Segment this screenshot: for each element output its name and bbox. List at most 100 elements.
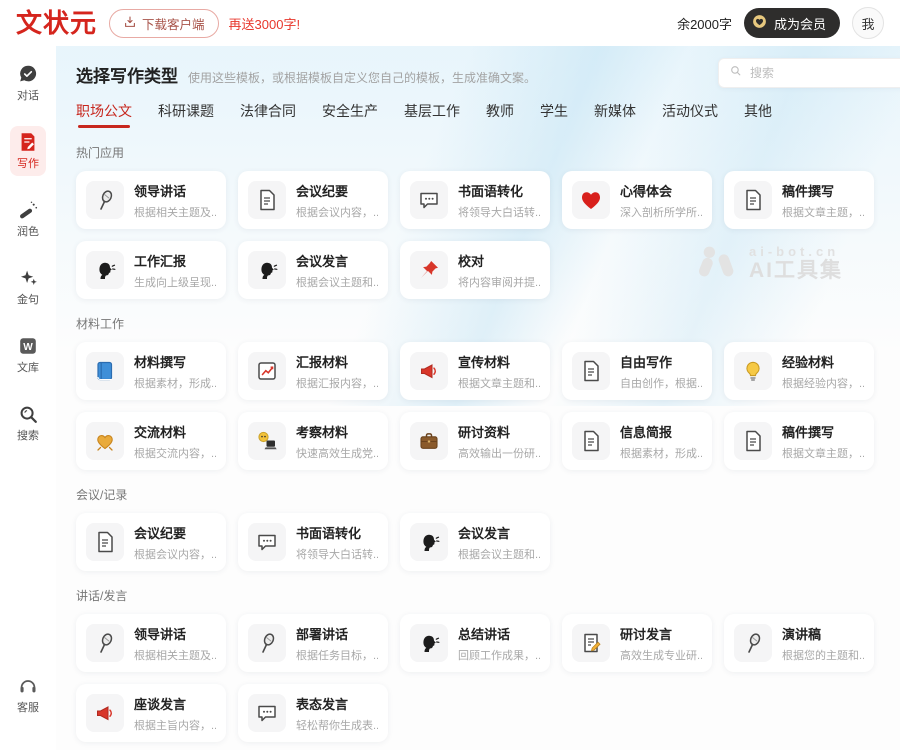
head-icon bbox=[86, 251, 124, 289]
card-title: 信息简报 bbox=[620, 422, 702, 441]
template-card[interactable]: 校对将内容审阅并提... bbox=[400, 241, 550, 299]
card-title: 心得体会 bbox=[620, 181, 702, 200]
template-card[interactable]: 表态发言轻松帮你生成表... bbox=[238, 684, 388, 742]
card-title: 交流材料 bbox=[134, 422, 216, 441]
card-title: 会议纪要 bbox=[296, 181, 378, 200]
template-card[interactable]: 研讨发言高效生成专业研... bbox=[562, 614, 712, 672]
template-card[interactable]: 会议发言根据会议主题和... bbox=[238, 241, 388, 299]
template-card[interactable]: 会议纪要根据会议内容，... bbox=[238, 171, 388, 229]
tab-3[interactable]: 法律合同 bbox=[240, 101, 296, 128]
template-card[interactable]: 工作汇报生成向上级呈现... bbox=[76, 241, 226, 299]
mic-icon bbox=[86, 181, 124, 219]
card-title: 工作汇报 bbox=[134, 251, 216, 270]
sidebar-item-library[interactable]: W文库 bbox=[10, 330, 46, 380]
card-title: 稿件撰写 bbox=[782, 422, 864, 441]
doc-icon bbox=[248, 181, 286, 219]
memo-icon bbox=[572, 624, 610, 662]
book-icon bbox=[86, 352, 124, 390]
card-body: 交流材料根据交流内容，... bbox=[134, 422, 216, 461]
card-body: 稿件撰写根据文章主题，... bbox=[782, 181, 864, 220]
template-card[interactable]: 总结讲话回顾工作成果，... bbox=[400, 614, 550, 672]
user-avatar[interactable]: 我 bbox=[852, 7, 884, 39]
sidebar-item-support[interactable]: 客服 bbox=[10, 670, 46, 720]
tab-1[interactable]: 职场公文 bbox=[76, 101, 132, 128]
template-card[interactable]: 交流材料根据交流内容，... bbox=[76, 412, 226, 470]
template-card[interactable]: 心得体会深入剖析所学所... bbox=[562, 171, 712, 229]
download-label: 下载客户端 bbox=[142, 14, 205, 33]
card-title: 领导讲话 bbox=[134, 624, 216, 643]
tab-10[interactable]: 其他 bbox=[744, 101, 772, 128]
card-desc: 高效生成专业研... bbox=[620, 647, 702, 663]
tab-5[interactable]: 基层工作 bbox=[404, 101, 460, 128]
bubble-icon bbox=[410, 181, 448, 219]
search-input[interactable] bbox=[748, 65, 900, 81]
card-title: 稿件撰写 bbox=[782, 181, 864, 200]
template-card[interactable]: 稿件撰写根据文章主题，... bbox=[724, 412, 874, 470]
template-card[interactable]: 座谈发言根据主旨内容，... bbox=[76, 684, 226, 742]
template-card[interactable]: 考察材料快速高效生成党... bbox=[238, 412, 388, 470]
tab-7[interactable]: 学生 bbox=[540, 101, 568, 128]
card-body: 信息简报根据素材，形成... bbox=[620, 422, 702, 461]
doc-icon bbox=[86, 523, 124, 561]
app-frame: 对话写作润色金句W文库搜索 客服 选择写作类型 使用这些模板，或根据模板自定义您… bbox=[0, 46, 900, 750]
card-desc: 根据主旨内容，... bbox=[134, 717, 216, 733]
sidebar-bottom: 客服 bbox=[0, 670, 56, 738]
write-icon bbox=[17, 131, 39, 153]
card-title: 自由写作 bbox=[620, 352, 702, 371]
tab-6[interactable]: 教师 bbox=[486, 101, 514, 128]
template-card[interactable]: 会议发言根据会议主题和... bbox=[400, 513, 550, 571]
card-title: 总结讲话 bbox=[458, 624, 540, 643]
card-body: 自由写作自由创作，根据... bbox=[620, 352, 702, 391]
card-body: 工作汇报生成向上级呈现... bbox=[134, 251, 216, 290]
hearthands-icon bbox=[86, 422, 124, 460]
template-card[interactable]: 稿件撰写根据文章主题，... bbox=[724, 171, 874, 229]
card-desc: 生成向上级呈现... bbox=[134, 274, 216, 290]
bubble-icon bbox=[248, 694, 286, 732]
card-desc: 将领导大白话转... bbox=[296, 546, 378, 562]
card-body: 部署讲话根据任务目标，... bbox=[296, 624, 378, 663]
card-desc: 轻松帮你生成表... bbox=[296, 717, 378, 733]
sidebar-item-polish[interactable]: 润色 bbox=[10, 194, 46, 244]
template-card[interactable]: 材料撰写根据素材，形成... bbox=[76, 342, 226, 400]
chart-icon bbox=[248, 352, 286, 390]
tab-8[interactable]: 新媒体 bbox=[594, 101, 636, 128]
member-badge-icon bbox=[751, 13, 768, 33]
card-desc: 根据素材，形成... bbox=[134, 375, 216, 391]
download-client-button[interactable]: 下载客户端 bbox=[109, 9, 219, 38]
template-card[interactable]: 汇报材料根据汇报内容，... bbox=[238, 342, 388, 400]
template-card[interactable]: 部署讲话根据任务目标，... bbox=[238, 614, 388, 672]
top-header: 文状元 下载客户端 再送3000字! 余2000字 成为会员 我 bbox=[0, 0, 900, 46]
template-card[interactable]: 经验材料根据经验内容，... bbox=[724, 342, 874, 400]
card-desc: 根据文章主题，... bbox=[782, 204, 864, 220]
sidebar-item-search[interactable]: 搜索 bbox=[10, 398, 46, 448]
tab-2[interactable]: 科研课题 bbox=[158, 101, 214, 128]
template-card[interactable]: 自由写作自由创作，根据... bbox=[562, 342, 712, 400]
mic-icon bbox=[734, 624, 772, 662]
tab-4[interactable]: 安全生产 bbox=[322, 101, 378, 128]
card-desc: 根据您的主题和... bbox=[782, 647, 864, 663]
template-card[interactable]: 研讨资料高效输出一份研... bbox=[400, 412, 550, 470]
card-body: 研讨资料高效输出一份研... bbox=[458, 422, 540, 461]
template-card[interactable]: 书面语转化将领导大白话转... bbox=[400, 171, 550, 229]
template-card[interactable]: 宣传材料根据文章主题和... bbox=[400, 342, 550, 400]
become-member-button[interactable]: 成为会员 bbox=[744, 8, 840, 38]
section-label: 讲话/发言 bbox=[76, 587, 874, 604]
template-card[interactable]: 领导讲话根据相关主题及... bbox=[76, 171, 226, 229]
sidebar-item-label: 客服 bbox=[17, 699, 39, 715]
card-desc: 根据文章主题和... bbox=[458, 375, 540, 391]
template-card[interactable]: 信息简报根据素材，形成... bbox=[562, 412, 712, 470]
template-card[interactable]: 领导讲话根据相关主题及... bbox=[76, 614, 226, 672]
sidebar-item-quotes[interactable]: 金句 bbox=[10, 262, 46, 312]
template-sections: 热门应用领导讲话根据相关主题及...会议纪要根据会议内容，...书面语转化将领导… bbox=[76, 144, 874, 750]
template-card[interactable]: 会议纪要根据会议内容，... bbox=[76, 513, 226, 571]
app-window: 文状元 下载客户端 再送3000字! 余2000字 成为会员 我 对话写作润色金… bbox=[0, 0, 900, 750]
template-card[interactable]: 书面语转化将领导大白话转... bbox=[238, 513, 388, 571]
search-box[interactable] bbox=[718, 58, 900, 88]
card-desc: 根据经验内容，... bbox=[782, 375, 864, 391]
sidebar-item-write[interactable]: 写作 bbox=[10, 126, 46, 176]
template-card[interactable]: 演讲稿根据您的主题和... bbox=[724, 614, 874, 672]
tab-9[interactable]: 活动仪式 bbox=[662, 101, 718, 128]
card-body: 宣传材料根据文章主题和... bbox=[458, 352, 540, 391]
headset-icon bbox=[17, 675, 39, 697]
sidebar-item-chat[interactable]: 对话 bbox=[10, 58, 46, 108]
